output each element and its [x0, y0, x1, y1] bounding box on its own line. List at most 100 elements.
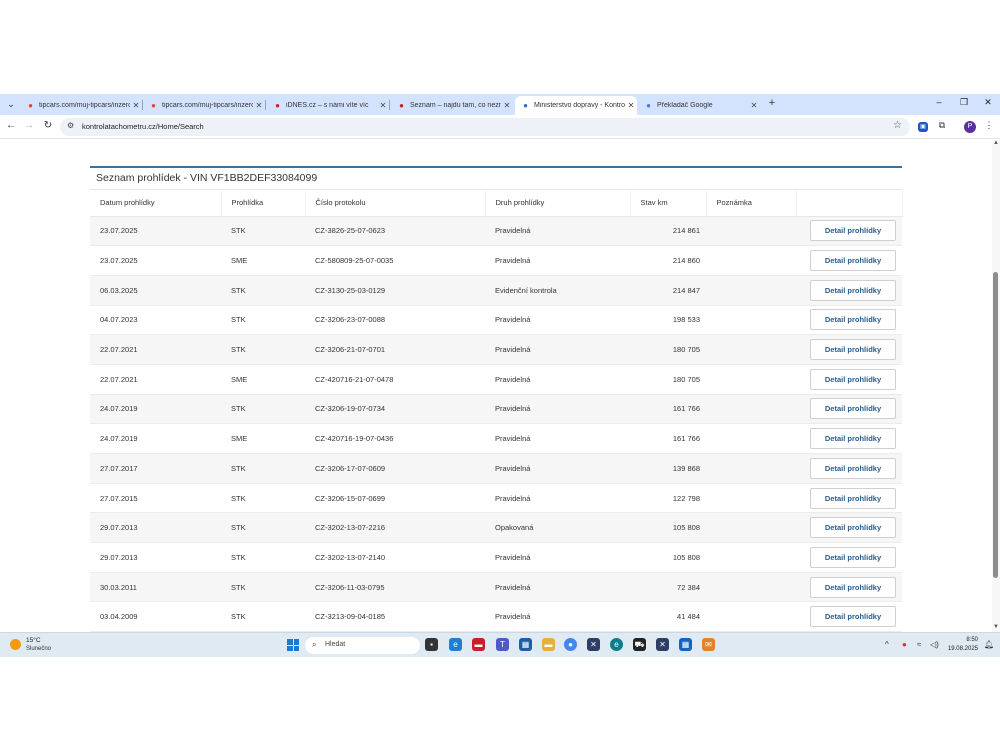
cell-date: 06.03.2025 [90, 275, 221, 306]
tab-title: Překladač Google [657, 102, 713, 109]
back-icon[interactable]: ← [4, 120, 18, 131]
cell-date: 22.07.2021 [90, 364, 221, 395]
tab-close-icon[interactable]: ✕ [130, 101, 142, 110]
cell-protocol: CZ-420716-21-07-0478 [305, 364, 485, 395]
car-app-icon[interactable]: ⛟ [633, 638, 646, 651]
wifi-icon[interactable]: ≈ [917, 640, 921, 649]
close-window-icon[interactable]: ✕ [981, 97, 995, 108]
weather-temperature[interactable]: 15°C [26, 637, 41, 644]
start-windows-icon[interactable] [287, 639, 299, 651]
notification-bell-icon[interactable]: 🔔︎ [984, 640, 994, 649]
table-row: 30.03.2011 STK CZ-3206-11-03-0795 Pravideln… [90, 572, 902, 603]
detail-button[interactable]: Detail prohlídky [810, 279, 896, 301]
detail-button[interactable]: Detail prohlídky [810, 487, 896, 509]
detail-button[interactable]: Detail prohlídky [810, 457, 896, 479]
minimize-icon[interactable]: – [932, 97, 946, 107]
profile-avatar[interactable]: P [964, 121, 976, 133]
tray-expand-icon[interactable]: ^ [885, 640, 889, 649]
scroll-down-icon[interactable]: ▼ [992, 624, 1000, 630]
scrollbar-thumb[interactable] [993, 272, 998, 578]
url-text[interactable]: kontrolatachometru.cz/Home/Search [82, 122, 204, 131]
edge-app-icon[interactable]: e [449, 638, 462, 651]
extensions-puzzle-icon[interactable]: ⧉ [935, 120, 949, 131]
detail-button[interactable]: Detail prohlídky [810, 606, 896, 628]
taskbar-search[interactable]: ⌕ Hledat [305, 637, 420, 654]
detail-button[interactable]: Detail prohlídky [810, 576, 896, 598]
table-row: 22.07.2021 SME CZ-420716-21-07-0478 Pravide… [90, 364, 902, 395]
cell-action: Detail prohlídky [796, 572, 902, 603]
cell-inspection: STK [221, 483, 305, 514]
calendar-app-icon[interactable]: ▦ [519, 638, 532, 651]
bookmark-star-icon[interactable]: ☆ [893, 120, 902, 131]
folder-icon[interactable]: ▬ [542, 638, 555, 651]
cell-note [706, 453, 796, 484]
browser-menu-icon[interactable]: ⋮ [982, 120, 996, 131]
browser-tab[interactable]: ● iDNES.cz – s námi víte víc ✕ [267, 96, 389, 115]
detail-button[interactable]: Detail prohlídky [810, 398, 896, 420]
cell-km: 72 384 [630, 572, 706, 603]
page-scrollbar[interactable]: ▲ ▼ [992, 140, 1000, 632]
scroll-up-icon[interactable]: ▲ [992, 140, 1000, 146]
cell-date: 27.07.2017 [90, 453, 221, 484]
detail-button[interactable]: Detail prohlídky [810, 517, 896, 539]
weather-sun-icon[interactable] [10, 639, 21, 650]
detail-button[interactable]: Detail prohlídky [810, 368, 896, 390]
new-tab-button[interactable]: + [766, 97, 778, 109]
browser-tab[interactable]: ● Překladač Google ✕ [638, 96, 760, 115]
tab-separator [389, 100, 390, 110]
browser-tab[interactable]: ● Ministerstvo dopravy - Kontrola ✕ [515, 96, 637, 115]
browser-tab[interactable]: ● tipcars.com/muj-tipcars/inzerce ✕ [20, 96, 142, 115]
tab-close-icon[interactable]: ✕ [625, 101, 637, 110]
forward-icon[interactable]: → [22, 120, 36, 131]
weather-condition[interactable]: Slunečno [26, 646, 51, 652]
mail-app-icon[interactable]: ✉ [702, 638, 715, 651]
detail-button[interactable]: Detail prohlídky [810, 220, 896, 242]
maximize-icon[interactable]: ❐ [957, 97, 971, 108]
cell-kind: Pravidelná [485, 394, 630, 425]
red-app-icon[interactable]: ▬ [472, 638, 485, 651]
tray-app-icon[interactable]: ● [902, 640, 907, 649]
cell-inspection: STK [221, 542, 305, 573]
tab-close-icon[interactable]: ✕ [501, 101, 513, 110]
cell-km: 161 766 [630, 423, 706, 454]
taskbar: 15°C Slunečno ⌕ Hledat ▪ e ▬ T ▦ ▬ ● ✕ e… [0, 632, 1000, 657]
edge-dev-icon[interactable]: e [610, 638, 623, 651]
reload-icon[interactable]: ↻ [41, 120, 55, 131]
clock-date[interactable]: 19.08.2025 [942, 646, 978, 652]
detail-button[interactable]: Detail prohlídky [810, 428, 896, 450]
tab-title: tipcars.com/muj-tipcars/inzerce [162, 102, 253, 109]
cell-km: 214 847 [630, 275, 706, 306]
browser-tab[interactable]: ● Seznam – najdu tam, co neznám✕ [391, 96, 513, 115]
detail-button[interactable]: Detail prohlídky [810, 339, 896, 361]
cell-note [706, 423, 796, 454]
tab-close-icon[interactable]: ✕ [748, 101, 760, 110]
clock-time[interactable]: 8:50 [948, 637, 978, 643]
chrome-icon[interactable]: ● [564, 638, 577, 651]
cell-kind: Opakovaná [485, 512, 630, 544]
volume-icon[interactable]: ◁) [930, 640, 939, 649]
seznam-icon: ● [399, 101, 404, 110]
cell-kind: Pravidelná [485, 572, 630, 603]
cell-kind: Pravidelná [485, 423, 630, 454]
detail-button[interactable]: Detail prohlídky [810, 546, 896, 568]
file-explorer-icon[interactable]: ▪ [425, 638, 438, 651]
site-info-icon[interactable]: ⚙ [67, 121, 74, 130]
teams-icon[interactable]: T [496, 638, 509, 651]
table-row: 23.07.2025 STK CZ-3826-25-07-0623 Pravideln… [90, 216, 902, 247]
cell-km: 161 766 [630, 394, 706, 425]
tab-search-chevron-icon[interactable]: ⌄ [4, 97, 18, 111]
extension-icon[interactable]: ▣ [918, 122, 928, 132]
address-bar[interactable]: ⚙ kontrolatachometru.cz/Home/Search ☆ [60, 118, 910, 136]
browser-tab[interactable]: ● tipcars.com/muj-tipcars/inzerce ✕ [143, 96, 265, 115]
tab-close-icon[interactable]: ✕ [377, 101, 389, 110]
table-row: 03.04.2009 STK CZ-3213-09-04-0185 Pravideln… [90, 601, 902, 632]
cell-action: Detail prohlídky [796, 542, 902, 573]
tool-app-icon[interactable]: ✕ [656, 638, 669, 651]
cell-action: Detail prohlídky [796, 453, 902, 484]
tab-close-icon[interactable]: ✕ [253, 101, 265, 110]
detail-button[interactable]: Detail prohlídky [810, 309, 896, 331]
grid-app-icon[interactable]: ▦ [679, 638, 692, 651]
vpn-app-icon[interactable]: ✕ [587, 638, 600, 651]
cell-kind: Pravidelná [485, 483, 630, 514]
detail-button[interactable]: Detail prohlídky [810, 250, 896, 272]
